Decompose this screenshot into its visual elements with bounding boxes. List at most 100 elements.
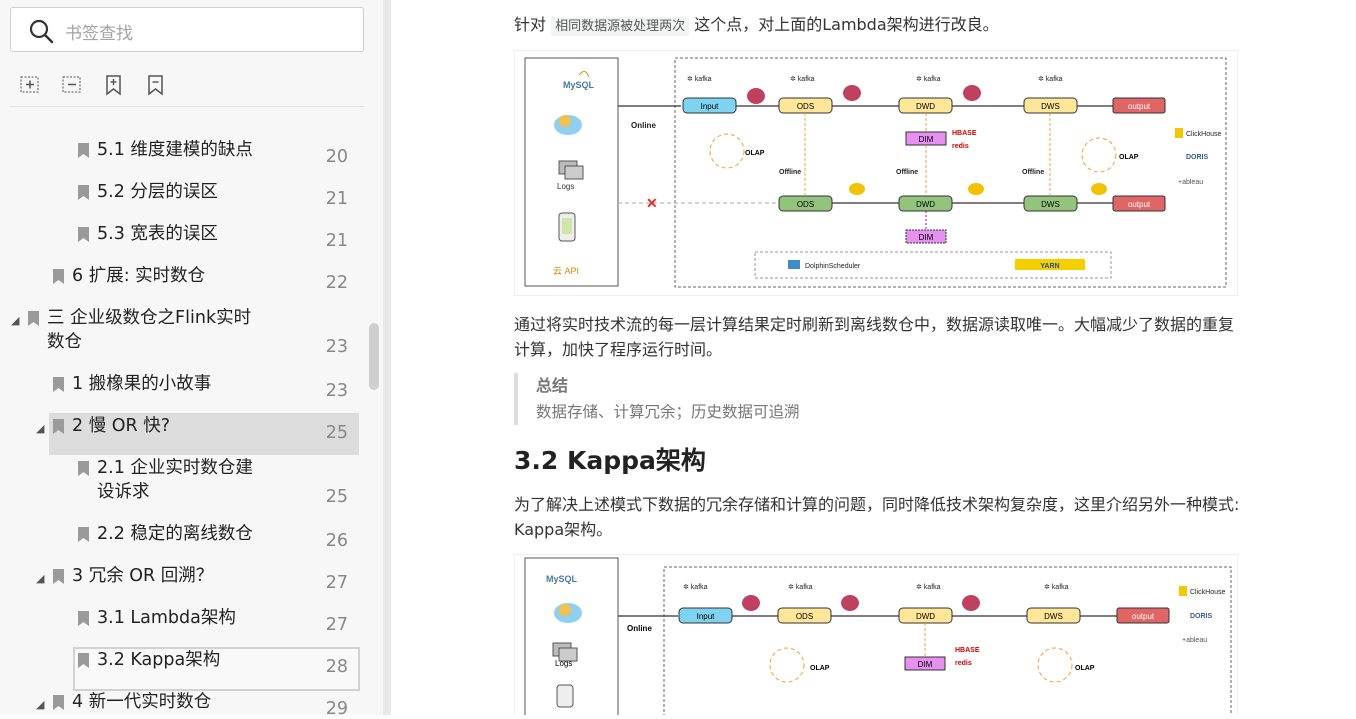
svg-text:✲ kafka: ✲ kafka [916, 75, 941, 83]
bookmark-item[interactable]: 2.2 稳定的离线数仓 26 [0, 509, 370, 551]
svg-text:✲ kafka: ✲ kafka [790, 75, 815, 83]
sidebar-splitter[interactable] [383, 0, 391, 715]
svg-text:DORIS: DORIS [1190, 613, 1213, 620]
svg-text:redis: redis [955, 660, 972, 667]
svg-text:DWS: DWS [1044, 612, 1063, 621]
expand-all-icon[interactable] [18, 73, 42, 97]
inline-code: 相同数据源被处理两次 [551, 17, 690, 36]
bookmark-label: 3.1 Lambda架构 [97, 608, 236, 628]
bookmark-label: 2.2 稳定的离线数仓 [97, 524, 253, 544]
paragraph-intro: 针对 相同数据源被处理两次 这个点，对上面的Lambda架构进行改良。 [514, 12, 999, 39]
quote-title: 总结 [536, 376, 569, 395]
hbase-label: HBASE [952, 130, 977, 137]
svg-text:Input: Input [697, 612, 716, 621]
svg-text:output: output [1128, 200, 1151, 209]
bookmark-page-number: 20 [325, 147, 348, 167]
bookmark-page-number: 26 [325, 531, 348, 551]
bookmark-page-number: 22 [325, 273, 348, 293]
ods-node: ODS [797, 102, 814, 111]
svg-text:+ableau: +ableau [1182, 637, 1207, 644]
collapse-arrow-icon[interactable]: ◢ [36, 698, 44, 711]
bookmark-item[interactable]: 3.1 Lambda架构 27 [0, 593, 370, 635]
dws-node: DWS [1041, 102, 1060, 111]
bookmark-icon [52, 268, 65, 285]
logs-label: Logs [557, 182, 574, 191]
svg-text:OLAP: OLAP [1075, 665, 1095, 672]
svg-text:OLAP: OLAP [745, 150, 765, 157]
section-heading: 3.2 Kappa架构 [514, 446, 706, 475]
bookmark-page-number: 23 [325, 337, 348, 357]
bookmark-label: 3.2 Kappa架构 [97, 650, 221, 670]
svg-text:OLAP: OLAP [1119, 154, 1139, 161]
bookmark-page-number: 29 [325, 699, 348, 719]
bookmark-page-number: 27 [325, 615, 348, 635]
bookmark-item[interactable]: 2.1 企业实时数仓建 设诉求 25 [0, 443, 370, 507]
bookmark-page-number: 28 [325, 657, 348, 677]
svg-text:DWD: DWD [916, 612, 935, 621]
input-node: Input [701, 102, 720, 111]
kappa-diagram: MySQL Logs Online ✲ kafka ✲ kafka ✲ kafka… [514, 554, 1238, 715]
svg-text:DORIS: DORIS [1186, 154, 1209, 161]
dwd-node: DWD [916, 102, 935, 111]
collapse-arrow-icon[interactable]: ◢ [11, 314, 19, 327]
svg-text:✲ kafka: ✲ kafka [788, 583, 813, 591]
svg-text:ClickHouse: ClickHouse [1190, 589, 1226, 596]
collapse-arrow-icon[interactable]: ◢ [36, 572, 44, 585]
bookmark-item[interactable]: ◢ 4 新一代实时数仓 29 [0, 677, 370, 719]
svg-text:✲ kafka: ✲ kafka [916, 583, 941, 591]
bookmark-item[interactable]: 5.2 分层的误区 21 [0, 167, 370, 209]
add-bookmark-icon[interactable] [102, 73, 126, 97]
bookmark-search-input[interactable]: 书签查找 [10, 7, 364, 52]
svg-text:OLAP: OLAP [810, 665, 830, 672]
bookmark-page-number: 27 [325, 573, 348, 593]
bookmark-item[interactable]: ◢ 3 冗余 OR 回溯？ 27 [0, 551, 370, 593]
cloud-api-label: 云 API [553, 266, 579, 276]
svg-text:ODS: ODS [797, 200, 814, 209]
bookmark-item[interactable]: ◢ 三 企业级数仓之Flink实时 数仓 23 [0, 293, 370, 357]
svg-text:HBASE: HBASE [955, 647, 980, 654]
svg-text:Logs: Logs [555, 659, 572, 668]
bookmark-label: 5.2 分层的误区 [97, 182, 218, 202]
document-view: 针对 相同数据源被处理两次 这个点，对上面的Lambda架构进行改良。 MySQ… [391, 0, 1356, 715]
dim-node: DIM [919, 135, 934, 144]
bookmark-item[interactable]: 5.1 维度建模的缺点 20 [0, 125, 370, 167]
bookmark-label: 4 新一代实时数仓 [72, 692, 212, 712]
svg-text:✲ kafka: ✲ kafka [687, 75, 712, 83]
bookmark-label: 3 冗余 OR 回溯？ [72, 566, 214, 586]
bookmark-icon [27, 310, 40, 327]
remove-bookmark-icon[interactable] [144, 73, 168, 97]
bookmark-item[interactable]: 1 搬橡果的小故事 23 [0, 359, 370, 401]
svg-text:Offline: Offline [779, 169, 801, 176]
paragraph-kappa: 为了解决上述模式下数据的冗余存储和计算的问题，同时降低技术架构复杂度，这里介绍另… [514, 492, 1239, 542]
svg-text:DIM: DIM [918, 660, 933, 669]
collapse-arrow-icon[interactable]: ◢ [36, 422, 44, 435]
yarn-label: YARN [1040, 263, 1059, 270]
bookmark-item[interactable]: 5.3 宽表的误区 21 [0, 209, 370, 251]
lambda-improved-diagram: MySQL Logs 云 API Online ✕ ✲ kafka ✲ kafk… [514, 50, 1238, 296]
quote-body: 数据存储、计算冗余；历史数据可追溯 [536, 403, 800, 421]
bookmark-page-number: 25 [325, 487, 348, 507]
bookmark-label: 2.1 企业实时数仓建 设诉求 [97, 458, 253, 502]
paragraph-text: 这个点，对上面的Lambda架构进行改良。 [694, 15, 999, 34]
sidebar-scrollbar[interactable] [369, 323, 379, 390]
bookmark-icon [52, 376, 65, 393]
bookmark-item[interactable]: ◢ 2 慢 OR 快? 25 [0, 401, 370, 455]
svg-text:✲ kafka: ✲ kafka [683, 583, 708, 591]
bookmark-item[interactable]: 3.2 Kappa架构 28 [0, 635, 370, 691]
paragraph-text: 针对 [514, 15, 547, 34]
svg-text:Online: Online [627, 624, 652, 633]
mysql-label: MySQL [563, 80, 595, 90]
bookmark-icon [77, 226, 90, 243]
bookmark-icon [77, 610, 90, 627]
svg-text:ClickHouse: ClickHouse [1186, 131, 1222, 138]
paragraph-line: 为了解决上述模式下数据的冗余存储和计算的问题，同时降低技术架构复杂度，这里介绍另… [514, 495, 1240, 514]
bookmark-page-number: 23 [325, 381, 348, 401]
collapse-all-icon[interactable] [60, 73, 84, 97]
bookmark-item[interactable]: 6 扩展: 实时数仓 22 [0, 251, 370, 293]
bookmark-icon [52, 418, 65, 435]
paragraph-line: 计算，加快了程序运行时间。 [514, 340, 723, 359]
svg-text:ODS: ODS [796, 612, 813, 621]
bookmark-sidebar: 书签查找 5.1 维度建模的缺点 20 5.2 分层的误区 21 5.3 宽表的误区 21… [0, 0, 383, 719]
bookmark-label: 5.1 维度建模的缺点 [97, 140, 253, 160]
toolbar-divider [10, 106, 364, 107]
